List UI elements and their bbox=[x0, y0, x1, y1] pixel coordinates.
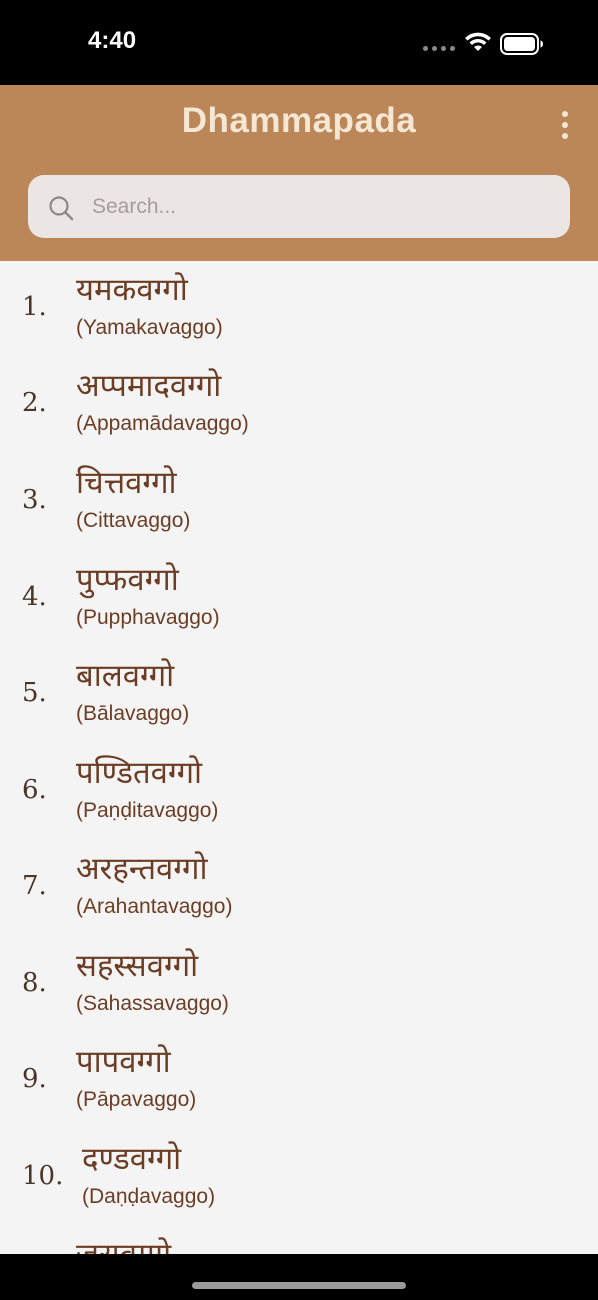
battery-icon bbox=[500, 33, 543, 55]
search-bar[interactable] bbox=[28, 175, 570, 238]
chapter-subtitle: (Cittavaggo) bbox=[76, 509, 191, 532]
page-title: Dhammapada bbox=[181, 101, 417, 140]
chapter-subtitle: (Bālavaggo) bbox=[76, 702, 190, 725]
list-item[interactable]: 3. चित्तवग्गो (Cittavaggo) bbox=[0, 455, 598, 551]
list-item[interactable]: 5. बालवग्गो (Bālavaggo) bbox=[0, 648, 598, 744]
bottom-bar bbox=[0, 1254, 598, 1300]
chapter-title: यमकवग्गो bbox=[76, 272, 188, 308]
chapter-title: पण्डितवग्गो bbox=[76, 755, 203, 791]
chapter-number: 9. bbox=[22, 1064, 47, 1094]
chapter-number: 10. bbox=[22, 1161, 64, 1191]
chapter-subtitle: (Arahantavaggo) bbox=[76, 895, 233, 918]
list-item[interactable]: 1. यमकवग्गो (Yamakavaggo) bbox=[0, 262, 598, 358]
chapter-number: 5. bbox=[22, 678, 47, 708]
chapter-subtitle: (Paṇḍitavaggo) bbox=[76, 799, 219, 822]
list-item[interactable]: 9. पापवग्गो (Pāpavaggo) bbox=[0, 1034, 598, 1130]
more-options-button[interactable] bbox=[553, 108, 577, 142]
signal-dots-icon bbox=[423, 46, 455, 52]
chapter-number: 3. bbox=[22, 485, 47, 515]
chapter-title: दण्डवग्गो bbox=[82, 1141, 182, 1177]
app-screen: 4:40 Dhammapada 1. यमकवग्गो bbox=[0, 0, 598, 1300]
chapter-title: अप्पमादवग्गो bbox=[76, 368, 222, 404]
chapter-number: 7. bbox=[22, 871, 47, 901]
search-input[interactable] bbox=[92, 187, 552, 227]
chapter-title: चित्तवग्गो bbox=[76, 465, 177, 501]
chapter-title: पुप्फवग्गो bbox=[76, 562, 179, 598]
chapter-subtitle: (Pāpavaggo) bbox=[76, 1088, 197, 1111]
chapter-subtitle: (Pupphavaggo) bbox=[76, 606, 220, 629]
list-item[interactable]: 8. सहस्सवग्गो (Sahassavaggo) bbox=[0, 938, 598, 1034]
wifi-icon bbox=[465, 32, 491, 51]
chapter-subtitle: (Yamakavaggo) bbox=[76, 316, 223, 339]
status-time: 4:40 bbox=[88, 27, 137, 54]
list-item[interactable]: जरावग्गो bbox=[0, 1227, 598, 1254]
chapter-subtitle: (Appamādavaggo) bbox=[76, 412, 249, 435]
chapter-title: पापवग्गो bbox=[76, 1044, 171, 1080]
chapter-number: 4. bbox=[22, 582, 47, 612]
chapter-subtitle: (Sahassavaggo) bbox=[76, 992, 229, 1015]
list-item[interactable]: 2. अप्पमादवग्गो (Appamādavaggo) bbox=[0, 358, 598, 454]
chapter-title: अरहन्तवग्गो bbox=[76, 851, 208, 887]
chapter-list: 1. यमकवग्गो (Yamakavaggo) 2. अप्पमादवग्ग… bbox=[0, 262, 598, 1254]
chapter-title: बालवग्गो bbox=[76, 658, 175, 694]
chapter-title: सहस्सवग्गो bbox=[76, 948, 199, 984]
list-item[interactable]: 6. पण्डितवग्गो (Paṇḍitavaggo) bbox=[0, 745, 598, 841]
chapter-number: 1. bbox=[22, 292, 47, 322]
home-indicator[interactable] bbox=[192, 1282, 406, 1289]
chapter-number: 6. bbox=[22, 775, 47, 805]
chapter-subtitle: (Daṇḍavaggo) bbox=[82, 1185, 216, 1208]
list-item[interactable]: 10. दण्डवग्गो (Daṇḍavaggo) bbox=[0, 1131, 598, 1227]
chapter-number: 8. bbox=[22, 968, 47, 998]
chapter-title: जरावग्गो bbox=[76, 1233, 171, 1254]
more-vertical-icon bbox=[562, 111, 568, 117]
search-icon bbox=[49, 196, 74, 221]
chapter-number: 2. bbox=[22, 388, 47, 418]
list-item[interactable]: 4. पुप्फवग्गो (Pupphavaggo) bbox=[0, 552, 598, 648]
status-bar: 4:40 bbox=[0, 0, 598, 85]
list-item[interactable]: 7. अरहन्तवग्गो (Arahantavaggo) bbox=[0, 841, 598, 937]
